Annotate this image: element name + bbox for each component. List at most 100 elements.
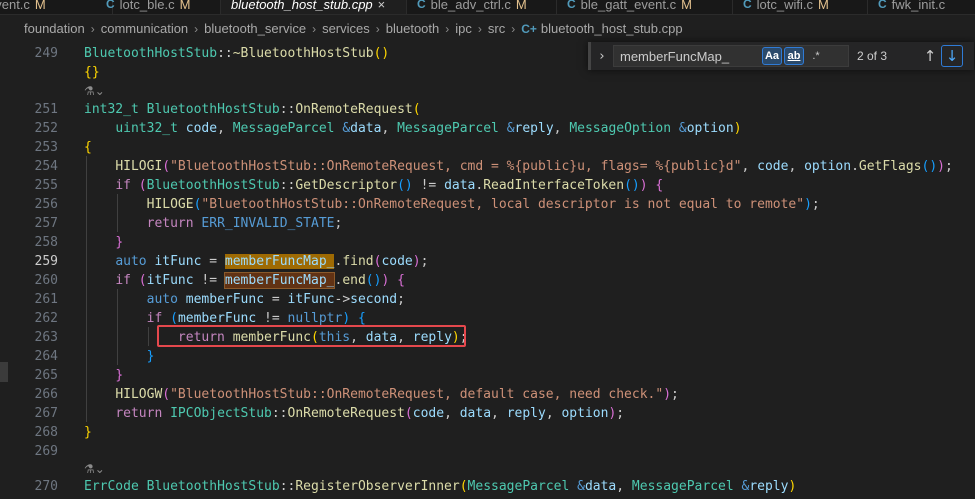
line-number: 258	[34, 235, 58, 250]
regex-toggle[interactable]: .*	[806, 47, 826, 65]
code-line: 267 return IPCObjectStub::OnRemoteReques…	[0, 404, 975, 423]
match-case-toggle[interactable]: Aa	[762, 47, 782, 65]
breadcrumb-item[interactable]: services	[322, 21, 370, 36]
find-input[interactable]	[620, 48, 760, 64]
code-text: int32_t BluetoothHostStub::OnRemoteReque…	[84, 102, 421, 117]
code-text: BluetoothHostStub::~BluetoothHostStub()	[84, 46, 390, 61]
code-text: ErrCode BluetoothHostStub::RegisterObser…	[84, 479, 797, 494]
code-line: 255 if (BluetoothHostStub::GetDescriptor…	[0, 176, 975, 195]
tab-label: lotc_wifi.c	[756, 0, 814, 12]
code-text: {	[84, 140, 92, 155]
code-editor[interactable]: 249 BluetoothHostStub::~BluetoothHostStub…	[0, 42, 975, 499]
match-count: 2 of 3	[857, 49, 888, 63]
modified-indicator: M	[515, 0, 527, 12]
code-line: ⚗⌄	[0, 82, 975, 101]
find-input-container: Aa ab .*	[613, 45, 849, 67]
code-line: 257 return ERR_INVALID_STATE;	[0, 214, 975, 233]
line-number: 253	[34, 140, 58, 155]
cpp-file-icon: C+	[521, 21, 537, 36]
chevron-right-icon: ›	[511, 21, 516, 36]
code-text: }	[84, 425, 92, 440]
tab-lotc-wifi-c[interactable]: Clotc_wifi.c M	[733, 0, 868, 14]
code-text: HILOGI("BluetoothHostStub::OnRemoteReque…	[115, 159, 953, 174]
tab-label: lotc_ble.c	[119, 0, 175, 12]
line-number: 265	[34, 368, 58, 383]
breadcrumb-item[interactable]: bluetooth	[386, 21, 440, 36]
chevron-right-icon: ›	[312, 21, 317, 36]
line-number: 264	[34, 349, 58, 364]
line-number: 259	[34, 254, 58, 269]
breadcrumb: foundation › communication › bluetooth_ser…	[0, 15, 975, 42]
tab-ble-gatt-event-c[interactable]: Cble_gatt_event.c M	[557, 0, 733, 14]
code-text: auto memberFunc = itFunc->second;	[146, 292, 405, 307]
tab-label: fwk_init.c	[891, 0, 946, 12]
line-number: 270	[34, 479, 58, 494]
c-file-icon: C	[743, 0, 752, 11]
code-text: }	[115, 235, 124, 250]
previous-match-button[interactable]: ↑	[919, 45, 941, 67]
tab-fwk-init-c[interactable]: Cfwk_init.c	[868, 0, 975, 14]
code-line: 261 auto memberFunc = itFunc->second;	[0, 290, 975, 309]
close-icon[interactable]: ×	[378, 0, 386, 12]
line-number: 256	[34, 197, 58, 212]
line-number: 251	[34, 102, 58, 117]
tab-label: ble_adv_ctrl.c	[430, 0, 511, 12]
line-number: 249	[34, 46, 58, 61]
breadcrumb-item[interactable]: foundation	[24, 21, 85, 36]
search-match-current: memberFuncMap_	[224, 254, 335, 269]
code-line: 258 }	[0, 233, 975, 252]
code-line: 254 HILOGI("BluetoothHostStub::OnRemoteR…	[0, 157, 975, 176]
tab-bluetooth-host-stub[interactable]: bluetooth_host_stub.cpp ×	[221, 0, 407, 14]
code-line: 268}	[0, 423, 975, 442]
breadcrumb-item[interactable]: src	[488, 21, 505, 36]
code-line: 262 if (memberFunc != nullptr) {	[0, 309, 975, 328]
code-text: return ERR_INVALID_STATE;	[146, 216, 343, 231]
tab-ble-adv-ctrl-c[interactable]: Cble_adv_ctrl.c M	[407, 0, 557, 14]
c-file-icon: C	[106, 0, 115, 11]
line-number: 255	[34, 178, 58, 193]
chevron-right-icon: ›	[477, 21, 482, 36]
breadcrumb-item[interactable]: bluetooth_service	[204, 21, 306, 36]
find-widget: › Aa ab .* 2 of 3 ↑ ↓	[588, 42, 974, 70]
code-text: if (BluetoothHostStub::GetDescriptor() !…	[115, 178, 664, 193]
code-line: 253 {	[0, 138, 975, 157]
line-number: 252	[34, 121, 58, 136]
line-number: 254	[34, 159, 58, 174]
chevron-right-icon: ›	[375, 21, 380, 36]
code-line: 269	[0, 442, 975, 461]
code-line: 266 HILOGW("BluetoothHostStub::OnRemoteR…	[0, 385, 975, 404]
code-text: {}	[84, 65, 100, 80]
tab-lotc-ble-c[interactable]: Clotc_ble.c M	[96, 0, 221, 14]
chevron-right-icon[interactable]: ›	[591, 49, 613, 64]
next-match-button[interactable]: ↓	[941, 45, 963, 67]
code-line: 264 }	[0, 347, 975, 366]
line-number: 261	[34, 292, 58, 307]
codelens-fold-icon[interactable]: ⚗⌄	[84, 82, 105, 101]
tab-label: ble_gatt_event.c	[580, 0, 677, 12]
breadcrumb-item[interactable]: bluetooth_host_stub.cpp	[541, 21, 683, 36]
line-number: 262	[34, 311, 58, 326]
code-text: HILOGE("BluetoothHostStub::OnRemoteReque…	[146, 197, 820, 212]
chevron-right-icon: ›	[194, 21, 199, 36]
code-line: 251 int32_t BluetoothHostStub::OnRemoteRe…	[0, 100, 975, 119]
code-text: HILOGW("BluetoothHostStub::OnRemoteReque…	[115, 387, 679, 402]
code-line: 259 auto itFunc = memberFuncMap_.find(co…	[0, 252, 975, 271]
code-text: auto itFunc = memberFuncMap_.find(code);	[115, 254, 429, 269]
editor-tab-bar: event.c M Clotc_ble.c M bluetooth_host_stu…	[0, 0, 975, 15]
breadcrumb-item[interactable]: communication	[101, 21, 188, 36]
modified-indicator: M	[818, 0, 829, 12]
line-number: 263	[34, 330, 58, 345]
code-text: return IPCObjectStub::OnRemoteRequest(co…	[115, 406, 625, 421]
line-number: 260	[34, 273, 58, 288]
c-file-icon: C	[567, 0, 576, 11]
line-number: 268	[34, 425, 58, 440]
tab-label: bluetooth_host_stub.cpp	[231, 0, 373, 12]
modified-indicator: M	[34, 0, 46, 12]
c-file-icon: C	[417, 0, 426, 11]
chevron-right-icon: ›	[90, 21, 95, 36]
breadcrumb-item[interactable]: ipc	[455, 21, 472, 36]
whole-word-toggle[interactable]: ab	[784, 47, 804, 65]
code-line: 256 HILOGE("BluetoothHostStub::OnRemoteR…	[0, 195, 975, 214]
chevron-right-icon: ›	[445, 21, 450, 36]
code-text: }	[146, 349, 155, 364]
